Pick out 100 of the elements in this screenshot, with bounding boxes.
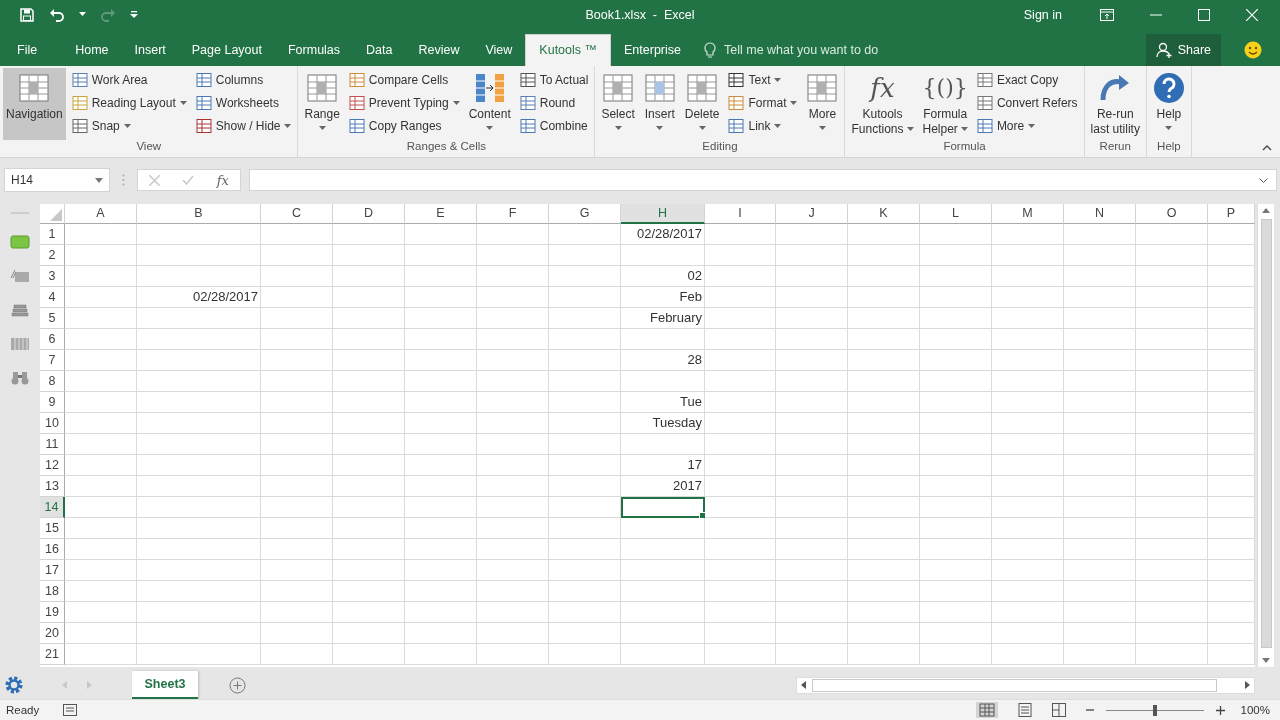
row-header[interactable]: 3 [40,266,65,287]
ribbon-button[interactable]: Link [725,114,801,137]
ribbon-button[interactable]: {()} Formula Helper [919,67,971,140]
row-header[interactable]: 12 [40,455,65,476]
collapse-ribbon-icon[interactable] [1262,145,1272,151]
row-header[interactable]: 11 [40,434,65,455]
zoom-level[interactable]: 100% [1240,704,1270,717]
ribbon-button[interactable]: Format [725,91,801,114]
row-header[interactable]: 20 [40,623,65,644]
ribbon-tab[interactable]: Page Layout [178,33,275,66]
sheet-tab[interactable]: Sheet3 [132,671,198,700]
column-header[interactable]: H [621,204,705,224]
scroll-thumb[interactable] [812,678,1217,692]
ribbon-tab[interactable]: Review [405,33,473,66]
add-sheet-icon[interactable] [229,676,246,694]
horizontal-scrollbar[interactable] [796,676,1255,694]
column-header[interactable]: F [477,204,549,224]
column-header[interactable]: D [333,204,405,224]
row-header[interactable]: 7 [40,350,65,371]
macro-icon[interactable] [63,704,78,717]
ribbon-tab[interactable]: File [0,33,55,66]
ribbon-button[interactable]: Convert Refers [973,91,1081,114]
binoculars-icon[interactable] [10,371,30,385]
ribbon-button[interactable]: Compare Cells [345,68,463,91]
ribbon-button[interactable]: Copy Ranges [345,114,463,137]
column-header[interactable]: P [1208,204,1255,224]
ribbon-tab[interactable]: View [472,33,526,66]
close-icon[interactable] [1246,8,1258,21]
ribbon-button[interactable]: More [973,114,1081,137]
row-header[interactable]: 21 [40,644,65,665]
zoom-slider-thumb[interactable] [1152,704,1157,716]
row-header[interactable]: 13 [40,476,65,497]
ribbon-button[interactable]: Columns [192,68,295,91]
ribbon-button[interactable]: Round [516,91,592,114]
customize-icon[interactable] [130,10,138,19]
ribbon-button[interactable]: Reading Layout [68,91,190,114]
ribbon-button[interactable]: Work Area [68,68,190,91]
row-header[interactable]: 16 [40,539,65,560]
maximize-icon[interactable] [1198,8,1210,21]
name-box[interactable]: H14 [4,168,110,192]
column-header[interactable]: O [1136,204,1208,224]
ribbon-button[interactable]: fx Kutools Functions [848,67,917,140]
page-layout-icon[interactable] [1017,703,1032,718]
ribbon-display-icon[interactable] [1100,8,1114,21]
row-header[interactable]: 4 [40,287,65,308]
ribbon-button[interactable]: Re-run last utility [1087,67,1143,140]
ribbon-button[interactable]: Range [301,67,343,140]
caret-icon[interactable] [79,12,86,18]
expand-icon[interactable] [1259,177,1268,183]
scroll-down-icon[interactable] [1262,658,1270,664]
normal-view-icon[interactable] [975,702,998,719]
scroll-thumb[interactable] [1260,219,1272,649]
ribbon-button[interactable]: To Actual [516,68,592,91]
ribbon-button[interactable]: Snap [68,114,190,137]
ribbon-button[interactable]: Prevent Typing [345,91,463,114]
row-header[interactable]: 1 [40,224,65,245]
page-break-icon[interactable] [1051,703,1066,718]
ribbon-button[interactable]: Combine [516,114,592,137]
ribbon-button[interactable]: Worksheets [192,91,295,114]
ribbon-button[interactable]: Help [1149,67,1188,140]
column-header[interactable]: L [920,204,992,224]
ribbon-tab[interactable]: Kutools ™ [525,33,611,66]
row-header[interactable]: 9 [40,392,65,413]
column-header[interactable]: I [705,204,776,224]
scroll-left-icon[interactable] [801,681,806,690]
settings-icon[interactable] [4,675,24,696]
column-header[interactable]: J [776,204,848,224]
ribbon-tab[interactable]: Enterprise [611,33,694,66]
column-header[interactable]: G [549,204,621,224]
column-header[interactable]: E [405,204,477,224]
ribbon-button[interactable]: Insert [640,67,679,140]
ribbon-tab[interactable]: Data [353,33,406,66]
share-button[interactable]: Share [1145,33,1221,66]
ribbon-button[interactable]: More [803,67,842,140]
insert-function-button[interactable]: fx [216,172,229,188]
row-header[interactable]: 14 [40,497,65,518]
column-header[interactable]: M [992,204,1064,224]
save-icon[interactable] [19,6,35,23]
workbook-icon[interactable] [10,235,30,249]
row-header[interactable]: 6 [40,329,65,350]
row-header[interactable]: 5 [40,308,65,329]
row-header[interactable]: 10 [40,413,65,434]
ribbon-tab[interactable]: Formulas [274,33,354,66]
active-cell[interactable] [621,497,705,518]
row-header[interactable]: 18 [40,581,65,602]
row-header[interactable]: 17 [40,560,65,581]
ribbon-button[interactable]: Content [465,67,514,140]
sign-in-link[interactable]: Sign in [1023,7,1062,22]
column-header[interactable]: C [261,204,333,224]
formula-field[interactable] [249,169,1277,191]
ribbon-button[interactable]: Navigation [3,67,66,140]
ribbon-button[interactable]: Delete [681,67,723,140]
ribbon-button[interactable]: Exact Copy [973,68,1081,91]
smiley-icon[interactable] [1244,40,1262,59]
column-header[interactable]: K [848,204,920,224]
ribbon-button[interactable]: Text [725,68,801,91]
stack-icon[interactable] [10,303,30,317]
row-header[interactable]: 19 [40,602,65,623]
column-header[interactable]: A [65,204,137,224]
column-header[interactable]: B [137,204,261,224]
